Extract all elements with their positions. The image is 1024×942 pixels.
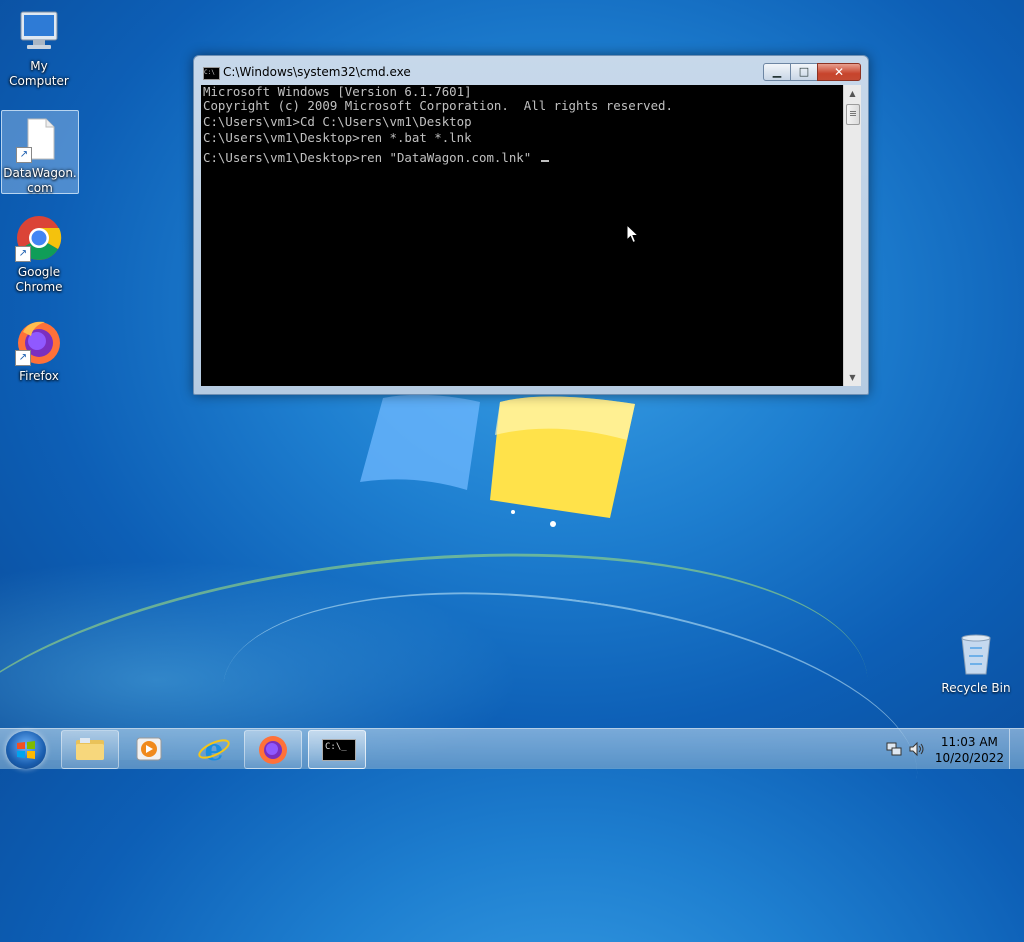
- title-bar[interactable]: C:\ C:\Windows\system32\cmd.exe ▁ □ ✕: [194, 56, 868, 86]
- desktop-icon-firefox[interactable]: ↗ Firefox: [1, 318, 77, 384]
- caption-buttons: ▁ □ ✕: [763, 63, 861, 81]
- firefox-icon: [259, 736, 287, 764]
- minimize-icon: ▁: [772, 65, 782, 78]
- console-line: Microsoft Windows [Version 6.1.7601]: [203, 85, 472, 99]
- mouse-pointer-icon: [626, 224, 640, 244]
- cmd-window[interactable]: C:\ C:\Windows\system32\cmd.exe ▁ □ ✕ Mi…: [193, 55, 869, 395]
- clock-date: 10/20/2022: [934, 751, 1004, 765]
- internet-explorer-icon: e: [198, 733, 230, 768]
- close-icon: ✕: [833, 65, 845, 79]
- desktop-icon-google-chrome[interactable]: ↗ Google Chrome: [1, 214, 77, 295]
- console-line: C:\Users\vm1>Cd C:\Users\vm1\Desktop: [203, 114, 472, 129]
- system-tray: 11:03 AM 10/20/2022: [874, 729, 1024, 769]
- desktop-icon-recycle-bin[interactable]: Recycle Bin: [940, 630, 1012, 695]
- show-desktop-button[interactable]: [1009, 729, 1024, 769]
- shortcut-arrow-icon: ↗: [15, 350, 31, 366]
- text-cursor: [540, 160, 549, 162]
- console-line: C:\Users\vm1\Desktop>ren *.bat *.lnk: [203, 130, 472, 145]
- vertical-scrollbar[interactable]: ▲ ▼: [843, 85, 861, 386]
- desktop-icon-label: My Computer: [9, 59, 69, 88]
- maximize-icon: □: [798, 65, 810, 78]
- taskbar-firefox-button[interactable]: [244, 730, 302, 769]
- file-icon: ↗: [16, 115, 64, 163]
- desktop-icon-label: DataWagon.com: [3, 166, 77, 195]
- folder-icon: [76, 738, 104, 760]
- taskbar-explorer-button[interactable]: [61, 730, 119, 769]
- console-line: [201, 145, 843, 147]
- network-icon[interactable]: [886, 741, 902, 757]
- minimize-button[interactable]: ▁: [763, 63, 791, 81]
- taskbar-internet-explorer-button[interactable]: e: [186, 730, 242, 768]
- desktop-icon-datawagon[interactable]: ↗ DataWagon.com: [1, 110, 79, 195]
- taskbar-media-player-button[interactable]: [121, 730, 177, 767]
- close-button[interactable]: ✕: [817, 63, 861, 81]
- console-prompt-line: C:\Users\vm1\Desktop>ren "DataWagon.com.…: [203, 150, 539, 165]
- windows-logo-wallpaper: [360, 394, 635, 527]
- volume-icon[interactable]: [908, 741, 926, 757]
- shortcut-arrow-icon: ↗: [16, 147, 32, 163]
- system-clock[interactable]: 11:03 AM 10/20/2022: [935, 734, 1004, 766]
- desktop-icon-my-computer[interactable]: My Computer: [1, 8, 77, 89]
- clock-time: 11:03 AM: [940, 735, 998, 749]
- taskbar: e C:\_ 11:03 AM 10/20/2022: [0, 728, 1024, 769]
- scroll-down-arrow-icon[interactable]: ▼: [844, 369, 861, 386]
- start-button[interactable]: [6, 731, 46, 769]
- scrollbar-thumb[interactable]: [846, 104, 860, 125]
- shortcut-arrow-icon: ↗: [15, 246, 31, 262]
- computer-icon: [15, 8, 63, 56]
- svg-text:e: e: [204, 733, 223, 767]
- console-line: Copyright (c) 2009 Microsoft Corporation…: [203, 98, 673, 113]
- windows-logo-icon: [17, 741, 35, 759]
- desktop-icon-label: Recycle Bin: [941, 681, 1011, 695]
- taskbar-cmd-button[interactable]: C:\_: [308, 730, 366, 769]
- maximize-button[interactable]: □: [790, 63, 818, 81]
- cmd-icon: C:\_: [322, 739, 356, 761]
- media-player-icon: [136, 737, 162, 761]
- firefox-icon: ↗: [15, 318, 63, 366]
- desktop-icon-label: Firefox: [19, 369, 59, 383]
- recycle-bin-icon: [961, 634, 991, 675]
- window-title: C:\Windows\system32\cmd.exe: [223, 65, 411, 79]
- console-output[interactable]: Microsoft Windows [Version 6.1.7601] Copy…: [201, 85, 843, 386]
- scroll-up-arrow-icon[interactable]: ▲: [844, 85, 861, 102]
- chrome-icon: ↗: [15, 214, 63, 262]
- cmd-icon: C:\: [203, 67, 220, 80]
- desktop-icon-label: Google Chrome: [15, 265, 63, 294]
